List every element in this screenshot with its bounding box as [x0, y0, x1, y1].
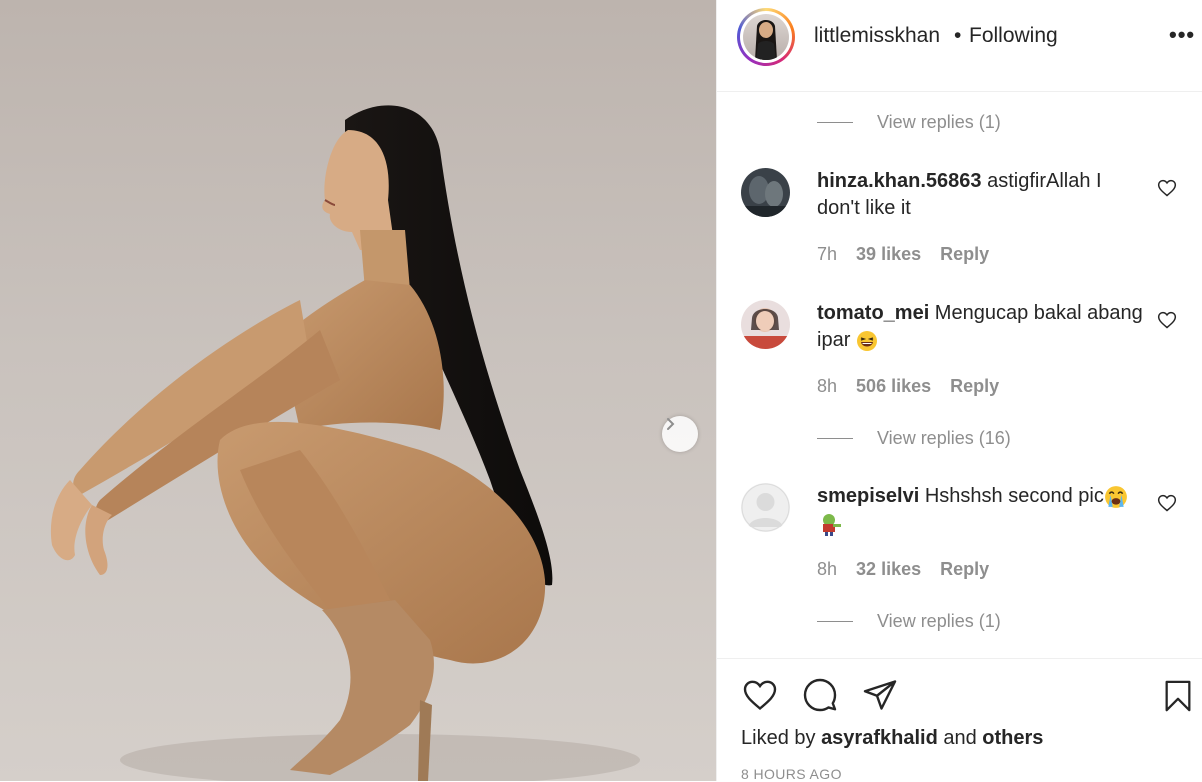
view-replies-label: View replies (1) [877, 111, 1001, 132]
liked-others-link[interactable]: others [982, 727, 1043, 749]
following-button[interactable]: Following [969, 24, 1058, 48]
avatar[interactable] [741, 483, 790, 532]
reply-button[interactable]: Reply [940, 244, 989, 264]
heart-icon[interactable] [741, 677, 779, 713]
comment-likes[interactable]: 32 likes [856, 559, 921, 579]
laughing-emoji-icon [856, 330, 877, 351]
view-replies-link[interactable]: View replies (16) [817, 426, 1011, 450]
heart-icon[interactable] [1157, 493, 1177, 513]
liked-by: Liked by asyrafkhalid and others [741, 727, 1043, 750]
avatar[interactable] [741, 168, 790, 217]
comment-likes[interactable]: 506 likes [856, 376, 931, 396]
comment-time: 8h [817, 376, 838, 396]
divider-line [817, 121, 853, 123]
reply-button[interactable]: Reply [940, 559, 989, 579]
chevron-right-icon [667, 418, 675, 430]
avatar[interactable] [741, 300, 790, 349]
comment-text: hinza.khan.56863 astigfirAllah I don't l… [817, 168, 1147, 222]
share-icon[interactable] [861, 677, 899, 713]
comment-time: 8h [817, 559, 838, 579]
view-replies-label: View replies (1) [877, 610, 1001, 631]
comment-icon[interactable] [801, 677, 839, 713]
comment-username[interactable]: hinza.khan.56863 [817, 170, 982, 192]
comment-username[interactable]: smepiselvi [817, 485, 919, 507]
liked-user-link[interactable]: asyrafkhalid [821, 727, 938, 749]
post-username[interactable]: littlemisskhan [814, 24, 940, 48]
divider-line [817, 620, 853, 622]
heart-icon[interactable] [1157, 310, 1177, 330]
comment-time: 7h [817, 244, 838, 264]
loudly-crying-emoji-icon [1104, 485, 1127, 508]
post-photo [0, 0, 716, 781]
comment-meta: 8h 506 likes Reply [817, 376, 1013, 397]
comment-text: tomato_mei Mengucap bakal abang ipar [817, 300, 1147, 354]
liked-prefix: Liked by [741, 727, 822, 749]
view-replies-link[interactable]: View replies (1) [817, 110, 1001, 134]
comment-meta: 8h 32 likes Reply [817, 559, 1003, 580]
post-actions-bar: Liked by asyrafkhalid and others 8 HOURS… [717, 658, 1202, 782]
post-header: littlemisskhan • Following ••• [717, 0, 1202, 92]
divider-line [817, 437, 853, 439]
comment-username[interactable]: tomato_mei [817, 302, 929, 324]
photo-illustration [50, 105, 640, 781]
zombie-emoji-icon [823, 513, 841, 536]
more-options-icon[interactable]: ••• [1169, 22, 1195, 48]
heart-icon[interactable] [1157, 178, 1177, 198]
view-replies-link[interactable]: View replies (1) [817, 609, 1001, 633]
view-replies-label: View replies (16) [877, 427, 1011, 448]
post-timestamp[interactable]: 8 HOURS AGO [741, 766, 842, 782]
separator-dot: • [954, 24, 962, 47]
comment-text: smepiselvi Hshshsh second pic [817, 483, 1147, 537]
comments-list: View replies (1) hinza.khan.56863 astigf… [717, 92, 1202, 658]
reply-button[interactable]: Reply [950, 376, 999, 396]
comment-likes[interactable]: 39 likes [856, 244, 921, 264]
avatar [743, 14, 789, 60]
next-photo-button[interactable] [662, 416, 698, 452]
comment-meta: 7h 39 likes Reply [817, 244, 1003, 265]
story-ring[interactable] [737, 8, 795, 66]
bookmark-icon[interactable] [1161, 677, 1195, 715]
post-side-panel: littlemisskhan • Following ••• View repl… [716, 0, 1202, 782]
comment-body: Hshshsh second pic [919, 485, 1104, 507]
liked-mid: and [937, 727, 983, 749]
